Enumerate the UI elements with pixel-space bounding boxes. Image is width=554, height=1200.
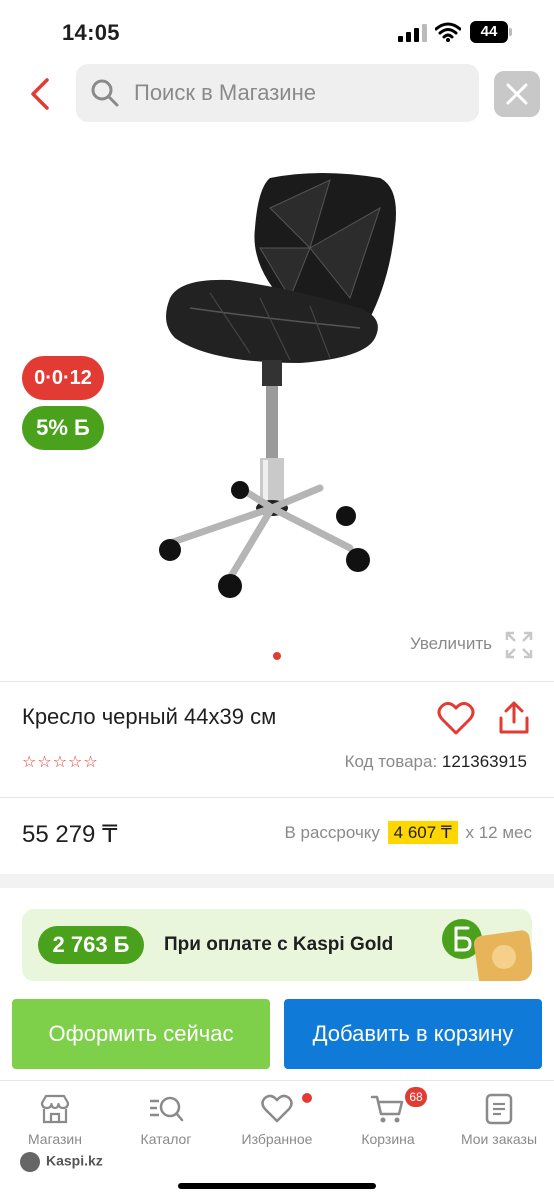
cellular-signal-icon	[398, 24, 427, 42]
section-gap	[0, 874, 554, 888]
nav-label: Мои заказы	[460, 1131, 538, 1147]
bonus-badge: 5% Б	[22, 406, 104, 450]
nav-label: Каталог	[140, 1131, 192, 1147]
catalog-search-icon	[150, 1096, 184, 1122]
gallery-pagination-dot[interactable]	[273, 652, 281, 660]
favorites-dot	[302, 1093, 312, 1103]
product-code-label: Код товара:	[344, 752, 438, 771]
add-to-cart-button[interactable]: Добавить в корзину	[284, 999, 542, 1069]
heart-icon[interactable]	[437, 700, 475, 736]
zoom-button[interactable]: Увеличить	[410, 630, 540, 660]
cart-icon	[370, 1095, 404, 1123]
kaspi-gold-card-icon	[474, 930, 532, 981]
expand-icon	[505, 631, 533, 659]
kaspi-watermark: Kaspi.kz	[20, 1152, 103, 1176]
product-code-value: 121363915	[441, 752, 527, 771]
product-code: Код товара: 121363915	[345, 752, 527, 772]
home-indicator[interactable]	[178, 1183, 376, 1189]
status-time: 14:05	[62, 20, 120, 45]
search-bar[interactable]	[76, 64, 479, 122]
checkout-now-button[interactable]: Оформить сейчас	[12, 999, 270, 1069]
product-image[interactable]	[150, 168, 410, 608]
promo-bonus-pill: 2 763 Б	[38, 926, 144, 964]
nav-item-orders[interactable]: Мои заказы	[444, 1093, 554, 1163]
status-bar: 14:05 44	[0, 0, 554, 64]
share-icon[interactable]	[497, 700, 531, 736]
nav-label: Корзина	[361, 1131, 415, 1147]
store-icon	[40, 1094, 70, 1124]
divider	[0, 797, 554, 798]
wifi-icon	[435, 22, 461, 42]
kaspi-logo-icon	[20, 1152, 40, 1172]
bottom-navigation: Магазин Каталог Избранное 68 Корзина Мои…	[0, 1080, 554, 1200]
battery-level: 44	[470, 21, 508, 43]
installment-prefix: В рассрочку	[284, 823, 380, 842]
product-price: 55 279 ₸	[22, 821, 118, 848]
nav-item-favorites[interactable]: Избранное	[222, 1093, 332, 1163]
installment-badge: 0·0·12	[22, 356, 104, 400]
search-input[interactable]	[134, 78, 464, 108]
back-arrow-icon[interactable]	[20, 72, 60, 116]
product-gallery[interactable]: 0·0·12 5% Б Увеличить	[0, 130, 554, 670]
divider	[0, 681, 554, 682]
nav-item-catalog[interactable]: Каталог	[111, 1093, 221, 1163]
installment-info: В рассрочку 4 607 ₸ x 12 мес	[284, 821, 533, 844]
nav-item-cart[interactable]: 68 Корзина	[333, 1087, 443, 1163]
installment-suffix: x 12 мес	[465, 823, 533, 842]
nav-label: Избранное	[241, 1131, 313, 1147]
orders-icon	[485, 1093, 513, 1125]
product-title: Кресло черный 44x39 см	[22, 704, 277, 729]
heart-icon	[261, 1094, 293, 1123]
watermark-text: Kaspi.kz	[46, 1152, 103, 1169]
zoom-label: Увеличить	[410, 634, 492, 653]
nav-label: Магазин	[27, 1131, 82, 1147]
rating-stars[interactable]: ☆☆☆☆☆	[22, 752, 112, 771]
cart-count-badge: 68	[405, 1087, 427, 1107]
installment-amount: 4 607 ₸	[387, 821, 458, 844]
battery-icon: 44	[470, 21, 512, 43]
search-icon	[91, 79, 119, 107]
close-button[interactable]	[494, 71, 540, 117]
kaspi-gold-promo[interactable]: 2 763 Б При оплате с Kaspi Gold	[22, 909, 532, 981]
promo-text: При оплате с Kaspi Gold	[164, 934, 394, 955]
